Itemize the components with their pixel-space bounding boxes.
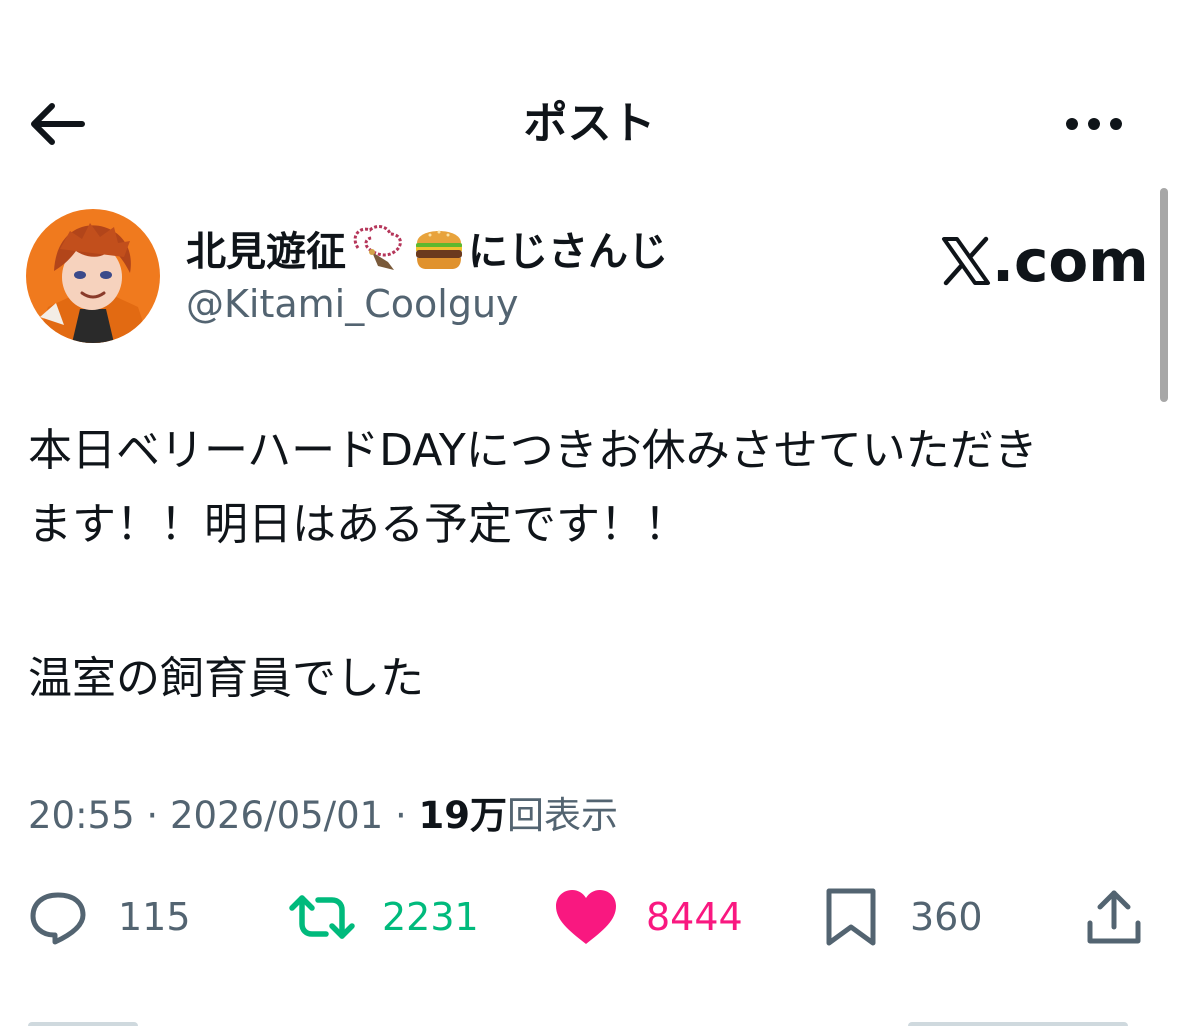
avatar[interactable]: [26, 209, 160, 343]
prayer-beads-icon: [348, 222, 408, 274]
repost-count: 2231: [382, 895, 479, 939]
views-count: 19万: [418, 794, 508, 837]
more-horizontal-icon: [1066, 118, 1122, 130]
cropped-next-section: [28, 1004, 1148, 1026]
post-text: 本日ベリーハードDAYにつきお休みさせていただき ます！！明日はある予定です！！…: [28, 414, 1148, 716]
reply-icon: [30, 892, 86, 945]
post-meta: 20:55 · 2026/05/01 · 19万回表示: [28, 790, 618, 842]
post-line: 本日ベリーハードDAYにつきお休みさせていただき: [28, 425, 1038, 476]
display-name-suffix: にじさんじ: [468, 229, 668, 275]
heart-icon: [556, 890, 616, 944]
hamburger-icon: [412, 223, 466, 273]
x-com-watermark: .com: [940, 226, 1149, 296]
arrow-left-icon: [31, 103, 85, 145]
post-line: 温室の飼育員でした: [28, 653, 424, 704]
scrollbar[interactable]: [1160, 188, 1168, 402]
meta-separator: ·: [134, 794, 170, 837]
reply-button[interactable]: 115: [28, 884, 191, 950]
display-name-text: 北見遊征: [186, 229, 346, 275]
page-title: ポスト: [523, 98, 656, 149]
post-time: 20:55: [28, 794, 135, 837]
reply-count: 115: [118, 895, 191, 939]
x-com-text: .com: [992, 227, 1149, 295]
x-logo-icon: [942, 236, 990, 286]
bookmark-count: 360: [910, 895, 983, 939]
share-button[interactable]: [1086, 884, 1142, 950]
like-button[interactable]: 8444: [554, 884, 743, 950]
post-line: ます！！明日はある予定です！！: [28, 499, 688, 550]
like-count: 8444: [646, 895, 743, 939]
back-button[interactable]: [26, 94, 96, 154]
author-handle[interactable]: @Kitami_Coolguy: [186, 278, 519, 330]
repost-icon: [289, 895, 355, 939]
repost-button[interactable]: 2231: [288, 884, 479, 950]
bookmark-icon: [826, 888, 876, 946]
display-name[interactable]: 北見遊征 にじさんじ: [186, 218, 668, 278]
meta-separator: ·: [383, 794, 419, 837]
more-button[interactable]: [1058, 100, 1130, 148]
share-icon: [1087, 890, 1141, 944]
bookmark-button[interactable]: 360: [824, 884, 983, 950]
views-label: 回表示: [507, 794, 618, 837]
post-date: 2026/05/01: [169, 794, 384, 837]
